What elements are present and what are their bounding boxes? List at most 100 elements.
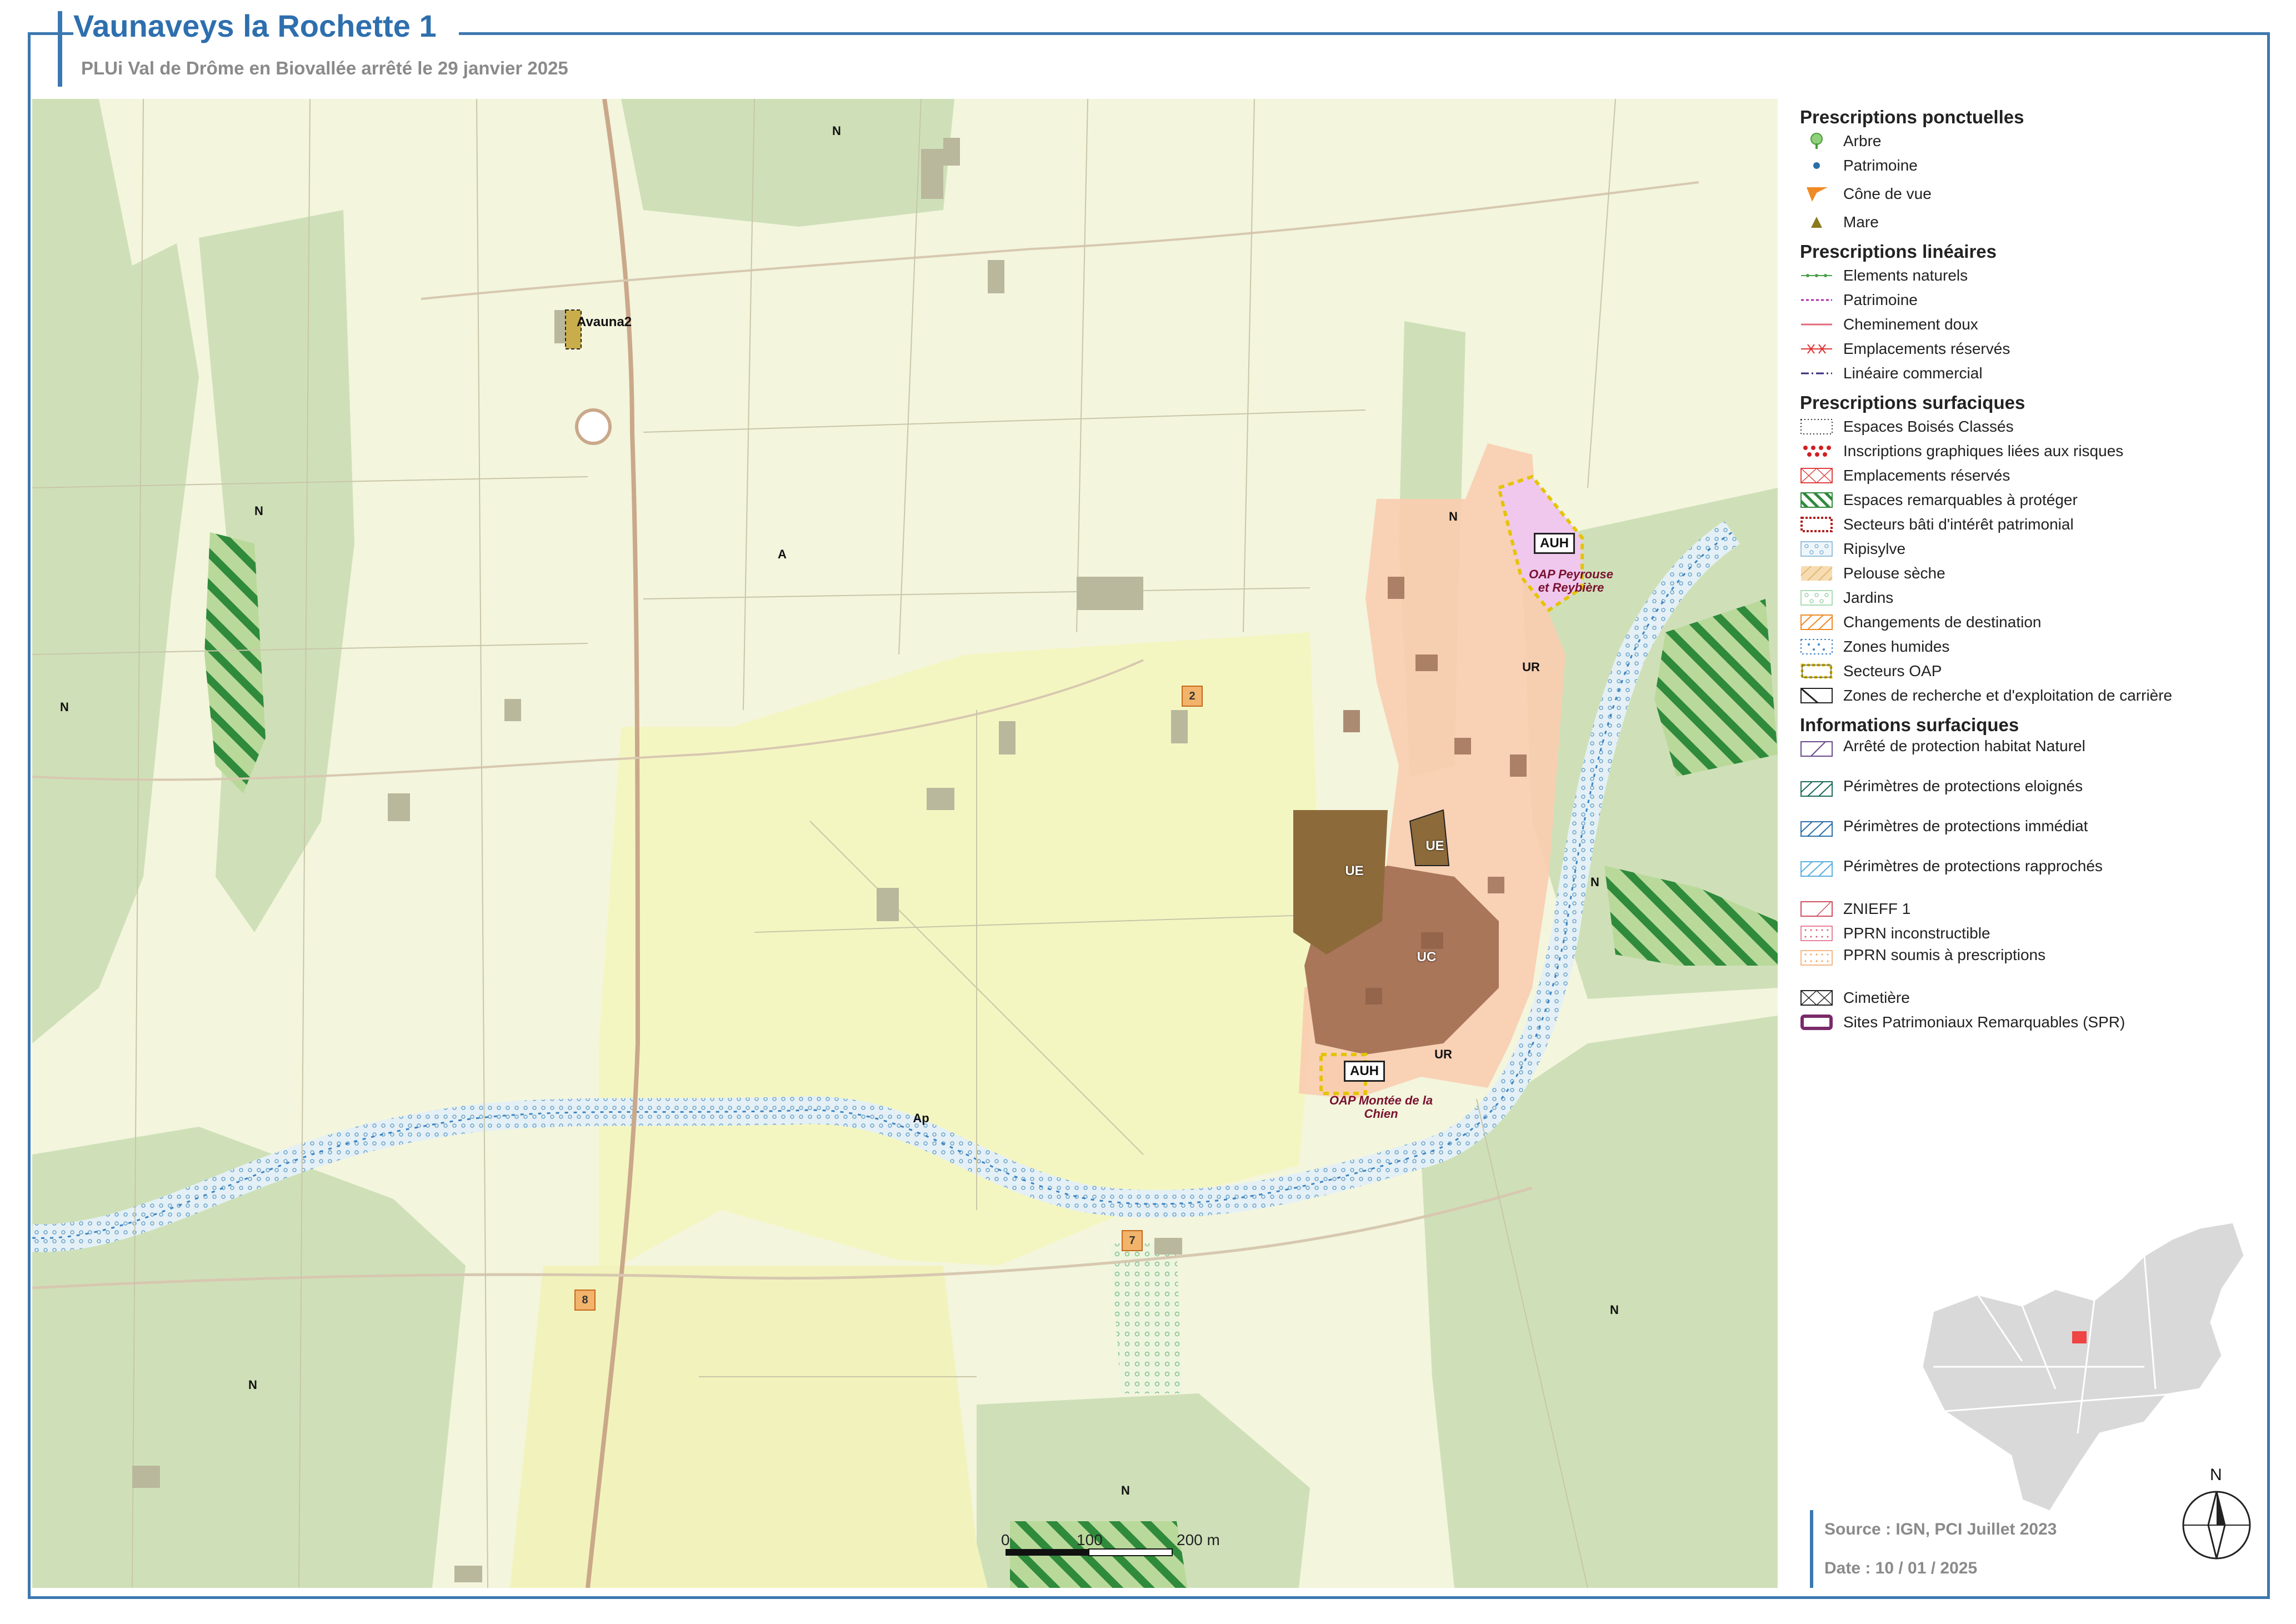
triangle-icon: [1811, 217, 1822, 228]
line-dots-icon: [1801, 274, 1832, 277]
patrimonial-swatch: [1800, 517, 1833, 532]
legend-item-patrimoine-line: Patrimoine: [1800, 288, 2267, 312]
risk-swatch: [1801, 444, 1832, 458]
zone-label-a: A: [778, 547, 787, 561]
legend-item-ebc: Espaces Boisés Classés: [1800, 414, 2267, 439]
jardins-area: [1110, 1243, 1182, 1393]
zone-label-n: N: [60, 700, 69, 714]
zone-label-n: N: [254, 504, 263, 518]
page-title: Vaunaveys la Rochette 1: [73, 8, 459, 44]
zone-label-auh: AUH: [1344, 1061, 1385, 1082]
title-accent: [58, 11, 62, 87]
legend-item-arbre: Arbre: [1800, 129, 2267, 153]
legend-item-znieff: ZNIEFF 1: [1800, 897, 2267, 921]
zone-label-n: N: [248, 1378, 257, 1392]
legend-item-perim-rapproches: Périmètres de protections rapprochés: [1800, 857, 2267, 897]
badge-2: 2: [1182, 686, 1203, 707]
zone-n-left: [32, 99, 199, 1043]
scale-label-0: 0: [1001, 1531, 1010, 1548]
aph-swatch: [1800, 741, 1833, 757]
legend-item-secteurs-oap: Secteurs OAP: [1800, 659, 2267, 683]
dashdot-line-icon: [1801, 372, 1832, 374]
legend-item-spr: Sites Patrimoniaux Remarquables (SPR): [1800, 1010, 2267, 1035]
zone-label-ap: Ap: [913, 1111, 929, 1125]
date-text: Date : 10 / 01 / 2025: [1824, 1559, 1978, 1577]
zone-ap: [599, 632, 1321, 1277]
zone-label-ue: UE: [1345, 863, 1364, 878]
hatch-swatch: [1800, 492, 1833, 508]
legend-item-jardins: Jardins: [1800, 586, 2267, 610]
legend-item-changements: Changements de destination: [1800, 610, 2267, 634]
humide-swatch: [1800, 639, 1833, 654]
legend-section-title: Prescriptions ponctuelles: [1800, 107, 2024, 127]
page-subtitle: PLUi Val de Drôme en Biovallée arrêté le…: [81, 58, 568, 78]
legend-section-title: Informations surfaciques: [1800, 714, 2019, 735]
legend-item-lineaire-commercial: Linéaire commercial: [1800, 361, 2267, 386]
north-label: N: [2210, 1466, 2222, 1484]
pprn-red-swatch: [1800, 926, 1833, 941]
legend-panel: Prescriptions ponctuelles Arbre Patrimoi…: [1800, 106, 2267, 1035]
legend-item-bati-patrimonial: Secteurs bâti d'intérêt patrimonial: [1800, 512, 2267, 537]
scale-bar-black: [1006, 1549, 1089, 1556]
rapproches-swatch: [1800, 861, 1833, 877]
oap-label-peyrouse: OAP Peyrouse et Reybière: [1528, 567, 1614, 594]
roundabout: [575, 408, 612, 445]
legend-item-carriere: Zones de recherche et d'exploitation de …: [1800, 683, 2267, 708]
zone-label-n: N: [832, 124, 841, 138]
zone-n-top: [621, 99, 954, 227]
map-canvas[interactable]: N N N N N N N N A Ap UE UE UC UR UR AUH …: [32, 99, 1778, 1588]
zone-label-ue: UE: [1425, 838, 1444, 853]
legend-item-pelouse: Pelouse sèche: [1800, 561, 2267, 586]
cross-line-icon: [1801, 344, 1832, 354]
zone-label-n: N: [1590, 875, 1599, 889]
solid-line-icon: [1801, 323, 1832, 326]
badge-8: 8: [574, 1290, 596, 1311]
cross-swatch: [1800, 468, 1833, 483]
legend-item-perim-immediat: Périmètres de protections immédiat: [1800, 817, 2267, 857]
legend-item-risques: Inscriptions graphiques liées aux risque…: [1800, 439, 2267, 463]
legend-item-cheminement: Cheminement doux: [1800, 312, 2267, 337]
zone-label-auh: AUH: [1534, 533, 1575, 554]
legend-item-perim-eloignes: Périmètres de protections eloignés: [1800, 777, 2267, 817]
scale-bar-white: [1088, 1548, 1173, 1556]
legend-item-mare: Mare: [1800, 210, 2267, 234]
dot-icon: [1813, 162, 1820, 169]
source-block: Source : IGN, PCI Juillet 2023 Date : 10…: [1810, 1510, 2057, 1588]
pelouse-swatch: [1800, 566, 1833, 581]
zone-label-ur: UR: [1522, 660, 1540, 674]
zone-n-bottomleft: [32, 1127, 466, 1588]
carriere-swatch: [1800, 687, 1833, 704]
zone-n-east: [1421, 1016, 1778, 1588]
legend-section-title: Prescriptions linéaires: [1800, 241, 1997, 262]
zone-label-n: N: [1449, 509, 1458, 523]
zone-label-ur: UR: [1434, 1047, 1452, 1061]
legend-item-pprn-prescriptions: PPRN soumis à prescriptions: [1800, 946, 2267, 986]
zone-label-uc: UC: [1417, 950, 1437, 965]
view-cone-icon: [1807, 187, 1828, 202]
zone-label-n: N: [1610, 1303, 1619, 1317]
ebc-swatch: [1800, 419, 1833, 434]
legend-item-remarquables: Espaces remarquables à protéger: [1800, 488, 2267, 512]
legend-item-cone-vue: Cône de vue: [1800, 178, 2267, 210]
scale-label-100: 100: [1077, 1531, 1103, 1548]
legend-item-emplacements-area: Emplacements réservés: [1800, 463, 2267, 488]
pprn-orange-swatch: [1800, 950, 1833, 966]
legend-item-emplacements-line: Emplacements réservés: [1800, 337, 2267, 361]
locator-highlight: [2072, 1331, 2087, 1343]
jardins-swatch: [1800, 590, 1833, 606]
znieff-swatch: [1800, 901, 1833, 917]
zone-ap-south: [510, 1266, 988, 1588]
cimetiere-swatch: [1800, 990, 1833, 1006]
legend-item-aph: Arrêté de protection habitat Naturel: [1800, 737, 2267, 777]
legend-section-title: Prescriptions surfaciques: [1800, 392, 2025, 413]
scale-label-200: 200 m: [1177, 1531, 1220, 1548]
ripisylve-swatch: [1800, 541, 1833, 557]
legend-item-zones-humides: Zones humides: [1800, 634, 2267, 659]
site-label-avauna2: Avauna2: [577, 314, 632, 329]
immediat-swatch: [1800, 821, 1833, 837]
source-text: Source : IGN, PCI Juillet 2023: [1824, 1520, 2057, 1538]
legend-item-cimetiere: Cimetière: [1800, 986, 2267, 1010]
legend-item-ripisylve: Ripisylve: [1800, 537, 2267, 561]
map-drawing: [32, 99, 1778, 1588]
zone-label-n: N: [1121, 1483, 1130, 1497]
